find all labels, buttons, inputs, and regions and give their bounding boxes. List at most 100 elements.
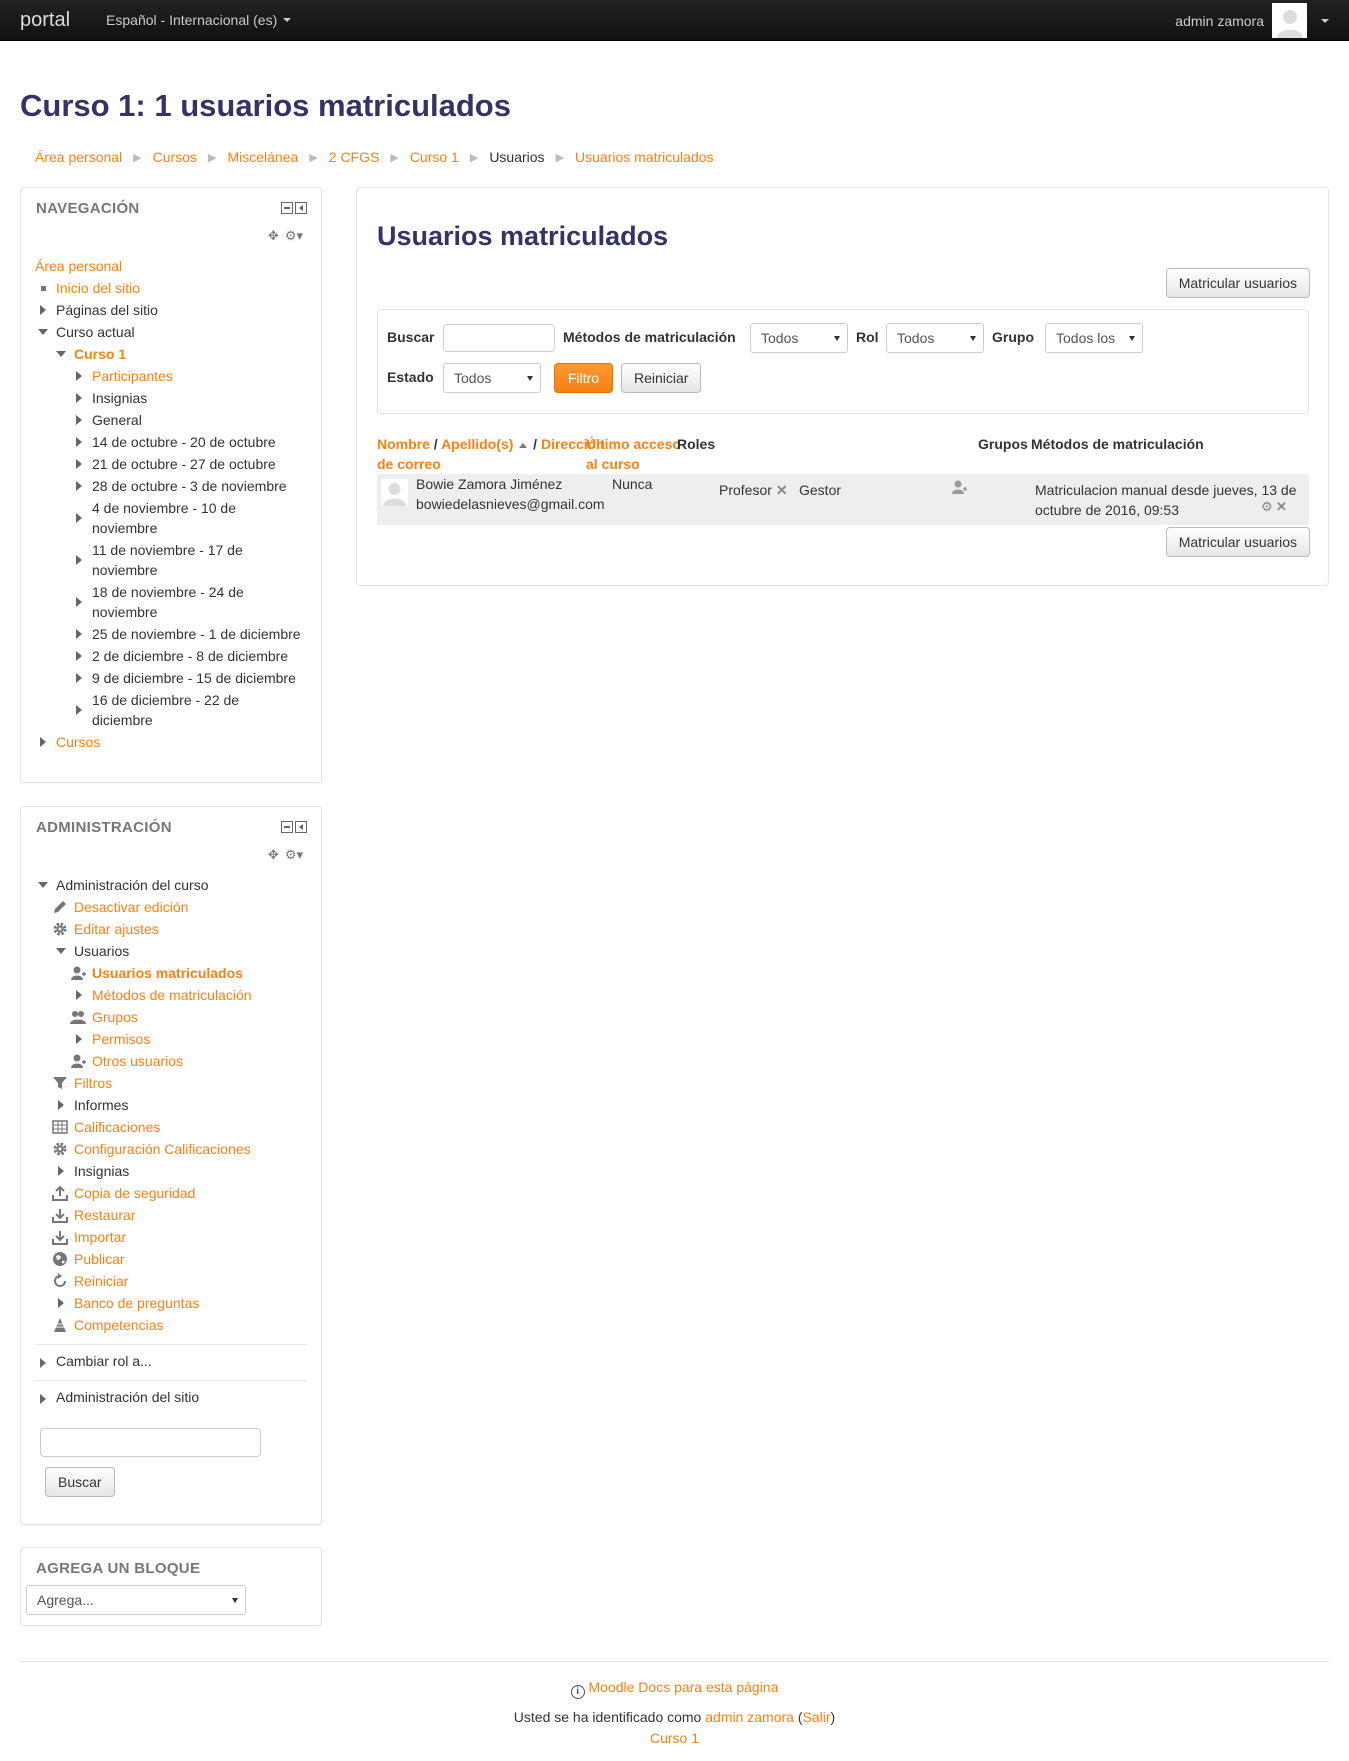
filter-methods-select[interactable]: Todos	[750, 323, 848, 353]
expand-arrow-icon[interactable]	[76, 990, 82, 1000]
admin-item-admin-sitio[interactable]: Administración del sitio	[35, 1380, 307, 1408]
admin-link-desactivar-edicion[interactable]: Desactivar edición	[74, 897, 307, 917]
admin-item-admin-curso[interactable]: Administración del curso	[35, 874, 307, 896]
expand-arrow-icon[interactable]	[58, 1298, 64, 1308]
nav-item-week[interactable]: 25 de noviembre - 1 de diciembre	[35, 623, 307, 645]
filter-role-select[interactable]: Todos	[886, 323, 984, 353]
expand-arrow-icon[interactable]	[76, 651, 82, 661]
expand-arrow-icon[interactable]	[40, 1394, 46, 1404]
nav-item-week[interactable]: 16 de diciembre - 22 de diciembre	[35, 689, 307, 731]
dock-block-icon[interactable]	[295, 821, 307, 833]
admin-link-restaurar[interactable]: Restaurar	[74, 1205, 307, 1225]
gear-icon[interactable]: ⚙▾	[285, 847, 303, 863]
admin-item-editar-ajustes[interactable]: Editar ajustes	[35, 918, 307, 940]
admin-link-config-calificaciones[interactable]: Configuración Calificaciones	[74, 1139, 307, 1159]
nav-item-week[interactable]: 9 de diciembre - 15 de diciembre	[35, 667, 307, 689]
sort-by-last-access-link-cont[interactable]: al curso	[586, 456, 640, 472]
expand-arrow-icon[interactable]	[76, 481, 82, 491]
admin-item-importar[interactable]: Importar	[35, 1226, 307, 1248]
nav-item-general[interactable]: General	[35, 409, 307, 431]
user-avatar[interactable]	[381, 479, 408, 506]
nav-link-cursos[interactable]: Cursos	[56, 732, 307, 752]
admin-link-publicar[interactable]: Publicar	[74, 1249, 307, 1269]
avatar[interactable]	[1272, 3, 1307, 38]
breadcrumb-area-personal[interactable]: Área personal	[35, 149, 122, 165]
filter-search-input[interactable]	[443, 324, 555, 352]
expand-arrow-icon[interactable]	[76, 513, 82, 523]
edit-enrolment-gear-icon[interactable]: ⚙	[1261, 499, 1273, 515]
expand-arrow-icon[interactable]	[76, 555, 82, 565]
nav-link-area-personal[interactable]: Área personal	[35, 256, 307, 276]
expand-arrow-icon[interactable]	[76, 415, 82, 425]
admin-search-input[interactable]	[40, 1428, 261, 1457]
admin-search-button[interactable]: Buscar	[45, 1467, 115, 1497]
admin-item-reiniciar[interactable]: Reiniciar	[35, 1270, 307, 1292]
admin-item-usuarios-matriculados[interactable]: Usuarios matriculados	[35, 962, 307, 984]
admin-item-usuarios[interactable]: Usuarios	[35, 940, 307, 962]
admin-link-usuarios-matriculados[interactable]: Usuarios matriculados	[92, 963, 307, 983]
breadcrumb-cursos[interactable]: Cursos	[153, 149, 197, 165]
dock-block-icon[interactable]	[295, 202, 307, 214]
sort-by-apellidos-link[interactable]: Apellido(s)	[441, 436, 513, 452]
moodle-docs-link[interactable]: Moodle Docs para esta página	[588, 1679, 778, 1695]
admin-item-config-calificaciones[interactable]: Configuración Calificaciones	[35, 1138, 307, 1160]
unassign-role-icon[interactable]: ✕	[776, 482, 788, 498]
user-menu[interactable]: admin zamora	[1175, 0, 1329, 41]
admin-item-copia-seguridad[interactable]: Copia de seguridad	[35, 1182, 307, 1204]
expand-arrow-icon[interactable]	[40, 1358, 46, 1368]
filter-status-select[interactable]: Todos	[443, 363, 541, 393]
breadcrumb-2cfgs[interactable]: 2 CFGS	[329, 149, 380, 165]
nav-item-participantes[interactable]: Participantes	[35, 365, 307, 387]
logout-link[interactable]: Salir	[803, 1709, 831, 1725]
sort-by-last-access-link[interactable]: Último acceso	[586, 436, 681, 452]
expand-arrow-icon[interactable]	[76, 459, 82, 469]
admin-link-permisos[interactable]: Permisos	[92, 1029, 307, 1049]
admin-link-banco-preguntas[interactable]: Banco de preguntas	[74, 1293, 307, 1313]
admin-link-metodos-matriculacion[interactable]: Métodos de matriculación	[92, 985, 307, 1005]
expand-arrow-icon[interactable]	[40, 737, 46, 747]
language-menu[interactable]: Español - Internacional (es)	[106, 12, 292, 28]
nav-item-week[interactable]: 14 de octubre - 20 de octubre	[35, 431, 307, 453]
expand-arrow-icon[interactable]	[58, 1166, 64, 1176]
nav-link-participantes[interactable]: Participantes	[92, 366, 307, 386]
filter-group-select[interactable]: Todos los	[1045, 323, 1143, 353]
collapse-arrow-icon[interactable]	[56, 948, 66, 954]
footer-course-link[interactable]: Curso 1	[650, 1730, 699, 1746]
admin-item-metodos-matriculacion[interactable]: Métodos de matriculación	[35, 984, 307, 1006]
breadcrumb-miscelanea[interactable]: Miscelánea	[227, 149, 298, 165]
enrol-users-button-bottom[interactable]: Matricular usuarios	[1165, 527, 1310, 557]
nav-link-curso1[interactable]: Curso 1	[74, 344, 307, 364]
nav-link-inicio-sitio[interactable]: Inicio del sitio	[56, 278, 307, 298]
nav-item-cursos[interactable]: Cursos	[35, 731, 307, 753]
enrol-users-button-top[interactable]: Matricular usuarios	[1165, 268, 1310, 298]
admin-item-filtros[interactable]: Filtros	[35, 1072, 307, 1094]
admin-item-insignias[interactable]: Insignias	[35, 1160, 307, 1182]
expand-arrow-icon[interactable]	[76, 371, 82, 381]
expand-arrow-icon[interactable]	[76, 393, 82, 403]
nav-item-insignias[interactable]: Insignias	[35, 387, 307, 409]
admin-item-otros-usuarios[interactable]: Otros usuarios	[35, 1050, 307, 1072]
nav-item-week[interactable]: 11 de noviembre - 17 de noviembre	[35, 539, 307, 581]
move-icon[interactable]: ✥	[268, 847, 279, 863]
nav-item-area-personal[interactable]: Área personal	[35, 255, 307, 277]
nav-item-curso1[interactable]: Curso 1	[35, 343, 307, 365]
admin-link-competencias[interactable]: Competencias	[74, 1315, 307, 1335]
admin-item-permisos[interactable]: Permisos	[35, 1028, 307, 1050]
collapse-arrow-icon[interactable]	[38, 882, 48, 888]
admin-item-banco-preguntas[interactable]: Banco de preguntas	[35, 1292, 307, 1314]
breadcrumb-curso1[interactable]: Curso 1	[410, 149, 459, 165]
admin-item-calificaciones[interactable]: Calificaciones	[35, 1116, 307, 1138]
collapse-block-icon[interactable]	[281, 202, 293, 214]
site-brand[interactable]: portal	[20, 9, 70, 32]
nav-item-week[interactable]: 28 de octubre - 3 de noviembre	[35, 475, 307, 497]
expand-arrow-icon[interactable]	[40, 305, 46, 315]
move-icon[interactable]: ✥	[268, 228, 279, 244]
sort-by-nombre-link[interactable]: Nombre	[377, 436, 430, 452]
nav-item-week[interactable]: 18 de noviembre - 24 de noviembre	[35, 581, 307, 623]
admin-item-publicar[interactable]: Publicar	[35, 1248, 307, 1270]
nav-item-week[interactable]: 21 de octubre - 27 de octubre	[35, 453, 307, 475]
admin-item-grupos[interactable]: Grupos	[35, 1006, 307, 1028]
nav-item-week[interactable]: 4 de noviembre - 10 de noviembre	[35, 497, 307, 539]
admin-link-grupos[interactable]: Grupos	[92, 1007, 307, 1027]
collapse-block-icon[interactable]	[281, 821, 293, 833]
